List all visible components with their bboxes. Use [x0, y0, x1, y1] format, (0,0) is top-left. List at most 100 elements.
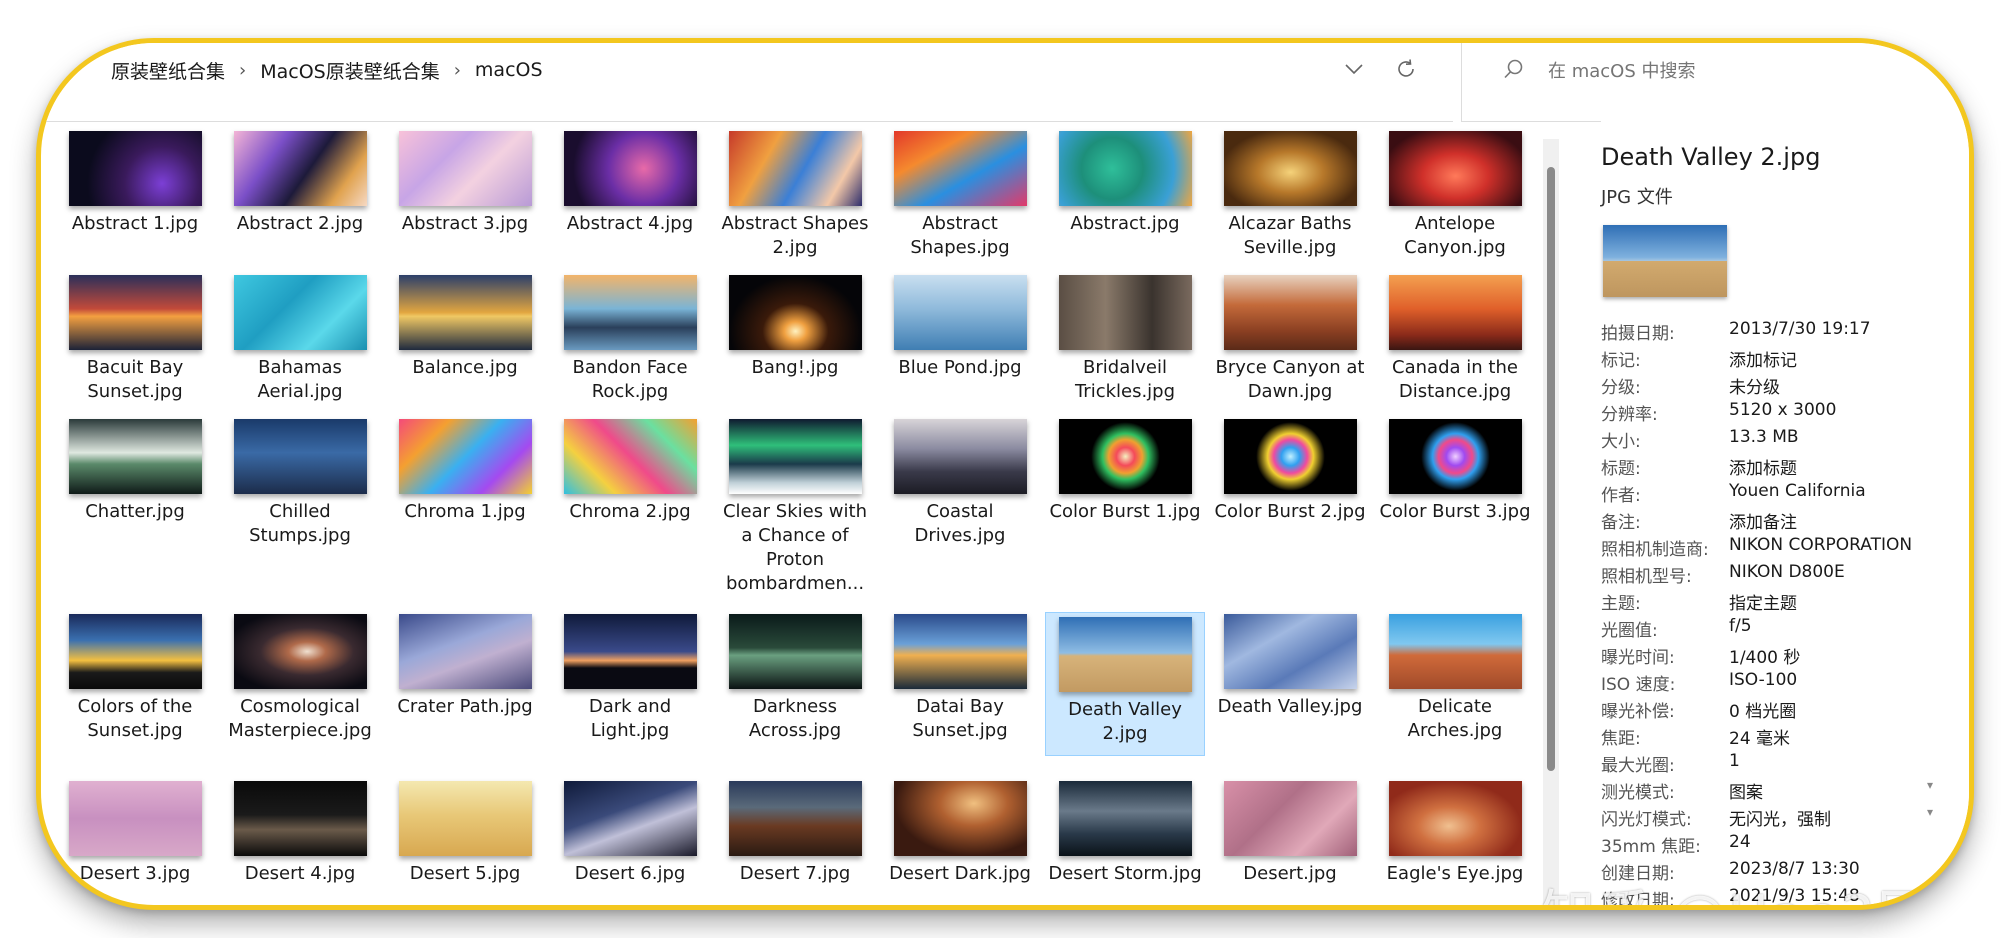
refresh-icon[interactable] [1391, 51, 1421, 87]
file-item[interactable]: Cosmological Masterpiece.jpg [220, 614, 380, 781]
file-item[interactable]: Chroma 2.jpg [550, 419, 710, 614]
file-item[interactable]: Abstract Shapes 2.jpg [715, 131, 875, 275]
file-item[interactable]: Bridalveil Trickles.jpg [1045, 275, 1205, 419]
file-item[interactable]: Desert 6.jpg [550, 781, 710, 905]
file-name: Chilled Stumps.jpg [249, 501, 351, 546]
file-item[interactable]: Abstract.jpg [1045, 131, 1205, 275]
file-name: Coastal Drives.jpg [914, 501, 1006, 546]
breadcrumb-item[interactable]: 原装壁纸合集 [111, 57, 225, 84]
chevron-down-icon[interactable] [1339, 51, 1369, 87]
property-label: 标题: [1601, 459, 1641, 479]
address-bar[interactable]: 原装壁纸合集 › MacOS原装壁纸合集 › macOS [41, 43, 1453, 122]
file-item[interactable]: Delicate Arches.jpg [1375, 614, 1535, 781]
file-item[interactable]: Bahamas Aerial.jpg [220, 275, 380, 419]
property-value[interactable]: f/5 [1729, 616, 1752, 636]
breadcrumb-separator-icon[interactable]: › [454, 60, 461, 81]
file-item[interactable]: Desert Storm.jpg [1045, 781, 1205, 905]
file-item[interactable]: Desert 4.jpg [220, 781, 380, 905]
property-value[interactable]: NIKON CORPORATION [1729, 535, 1912, 555]
vertical-scrollbar[interactable] [1543, 139, 1559, 905]
file-item[interactable]: Blue Pond.jpg [880, 275, 1040, 419]
property-value[interactable]: 添加标题 [1729, 454, 1797, 479]
file-thumbnail [1388, 275, 1522, 350]
file-item[interactable]: Chroma 1.jpg [385, 419, 545, 614]
file-name: Bandon Face Rock.jpg [572, 357, 688, 402]
file-name: Chatter.jpg [85, 501, 185, 522]
file-item[interactable]: Antelope Canyon.jpg [1375, 131, 1535, 275]
property-value[interactable]: ISO-100 [1729, 670, 1797, 690]
file-thumbnail [1058, 275, 1192, 350]
property-value[interactable]: Youen California [1729, 481, 1866, 501]
file-item[interactable]: Desert 5.jpg [385, 781, 545, 905]
property-row: 标记: 添加标记 [1601, 346, 1969, 373]
search-box[interactable] [1461, 43, 1969, 122]
property-value[interactable]: 未分级 [1729, 373, 1780, 398]
file-item[interactable]: Chilled Stumps.jpg [220, 419, 380, 614]
file-thumbnail [728, 419, 862, 494]
property-value[interactable]: 添加标记 [1729, 346, 1797, 371]
file-item[interactable]: Dark and Light.jpg [550, 614, 710, 781]
search-input[interactable] [1546, 53, 1930, 89]
chevron-down-icon[interactable]: ▾ [1927, 778, 1933, 792]
breadcrumb-separator-icon[interactable]: › [239, 60, 246, 81]
breadcrumb-item[interactable]: MacOS原装壁纸合集 [260, 57, 440, 84]
file-name: Delicate Arches.jpg [1407, 696, 1503, 741]
breadcrumb-item[interactable]: macOS [475, 59, 543, 81]
chevron-down-icon[interactable]: ▾ [1927, 805, 1933, 819]
file-item[interactable]: Darkness Across.jpg [715, 614, 875, 781]
file-item[interactable]: Bang!.jpg [715, 275, 875, 419]
file-item[interactable]: Eagle's Eye.jpg [1375, 781, 1535, 905]
property-value[interactable]: 指定主题 [1729, 589, 1797, 614]
file-item[interactable]: Abstract 1.jpg [55, 131, 215, 275]
file-item[interactable]: Abstract 2.jpg [220, 131, 380, 275]
file-item[interactable]: Clear Skies with a Chance of Proton bomb… [715, 419, 875, 614]
file-item[interactable]: Bandon Face Rock.jpg [550, 275, 710, 419]
file-item[interactable]: Death Valley.jpg [1210, 614, 1370, 781]
property-value[interactable]: 1 [1729, 751, 1740, 771]
property-value[interactable]: 无闪光，强制 [1729, 805, 1831, 830]
file-item[interactable]: Bryce Canyon at Dawn.jpg [1210, 275, 1370, 419]
file-item[interactable]: Crater Path.jpg [385, 614, 545, 781]
file-name: Bang!.jpg [751, 357, 839, 378]
file-name: Eagle's Eye.jpg [1386, 863, 1524, 884]
file-item[interactable]: Datai Bay Sunset.jpg [880, 614, 1040, 781]
file-item[interactable]: Balance.jpg [385, 275, 545, 419]
property-value[interactable]: 添加备注 [1729, 508, 1797, 533]
file-item[interactable]: Desert 3.jpg [55, 781, 215, 905]
property-value[interactable]: 1/400 秒 [1729, 643, 1800, 668]
property-row: 焦距: 24 毫米 [1601, 724, 1969, 751]
file-thumbnail [563, 131, 697, 206]
property-value[interactable]: 24 [1729, 832, 1751, 852]
property-value[interactable]: 2013/7/30 19:17 [1729, 319, 1871, 339]
property-value[interactable]: 图案 [1729, 778, 1763, 803]
file-item[interactable]: Color Burst 1.jpg [1045, 419, 1205, 614]
file-item[interactable]: Canada in the Distance.jpg [1375, 275, 1535, 419]
file-item[interactable]: Color Burst 3.jpg [1375, 419, 1535, 614]
file-item[interactable]: Color Burst 2.jpg [1210, 419, 1370, 614]
property-row: 主题: 指定主题 [1601, 589, 1969, 616]
file-item[interactable]: Alcazar Baths Seville.jpg [1210, 131, 1370, 275]
property-value[interactable]: NIKON D800E [1729, 562, 1845, 582]
file-item[interactable]: Colors of the Sunset.jpg [55, 614, 215, 781]
property-value[interactable]: 5120 x 3000 [1729, 400, 1836, 420]
file-item[interactable]: Desert Dark.jpg [880, 781, 1040, 905]
file-item[interactable]: Chatter.jpg [55, 419, 215, 614]
file-item[interactable]: Desert.jpg [1210, 781, 1370, 905]
file-item[interactable]: Abstract Shapes.jpg [880, 131, 1040, 275]
file-item[interactable]: Bacuit Bay Sunset.jpg [55, 275, 215, 419]
file-thumbnail [893, 614, 1027, 689]
file-item[interactable]: Death Valley 2.jpg [1045, 612, 1205, 756]
property-value[interactable]: 13.3 MB [1729, 427, 1799, 447]
file-item[interactable]: Desert 7.jpg [715, 781, 875, 905]
scrollbar-thumb[interactable] [1547, 167, 1555, 771]
property-value[interactable]: 24 毫米 [1729, 724, 1790, 749]
file-item[interactable]: Coastal Drives.jpg [880, 419, 1040, 614]
file-item[interactable]: Abstract 4.jpg [550, 131, 710, 275]
file-thumbnail [728, 781, 862, 856]
property-row: 测光模式: 图案 ▾ [1601, 778, 1969, 805]
file-item[interactable]: Abstract 3.jpg [385, 131, 545, 275]
property-value[interactable]: 0 档光圈 [1729, 697, 1796, 722]
property-label: 闪光灯模式: [1601, 810, 1692, 830]
property-row: 作者: Youen California [1601, 481, 1969, 508]
file-thumbnail [233, 131, 367, 206]
